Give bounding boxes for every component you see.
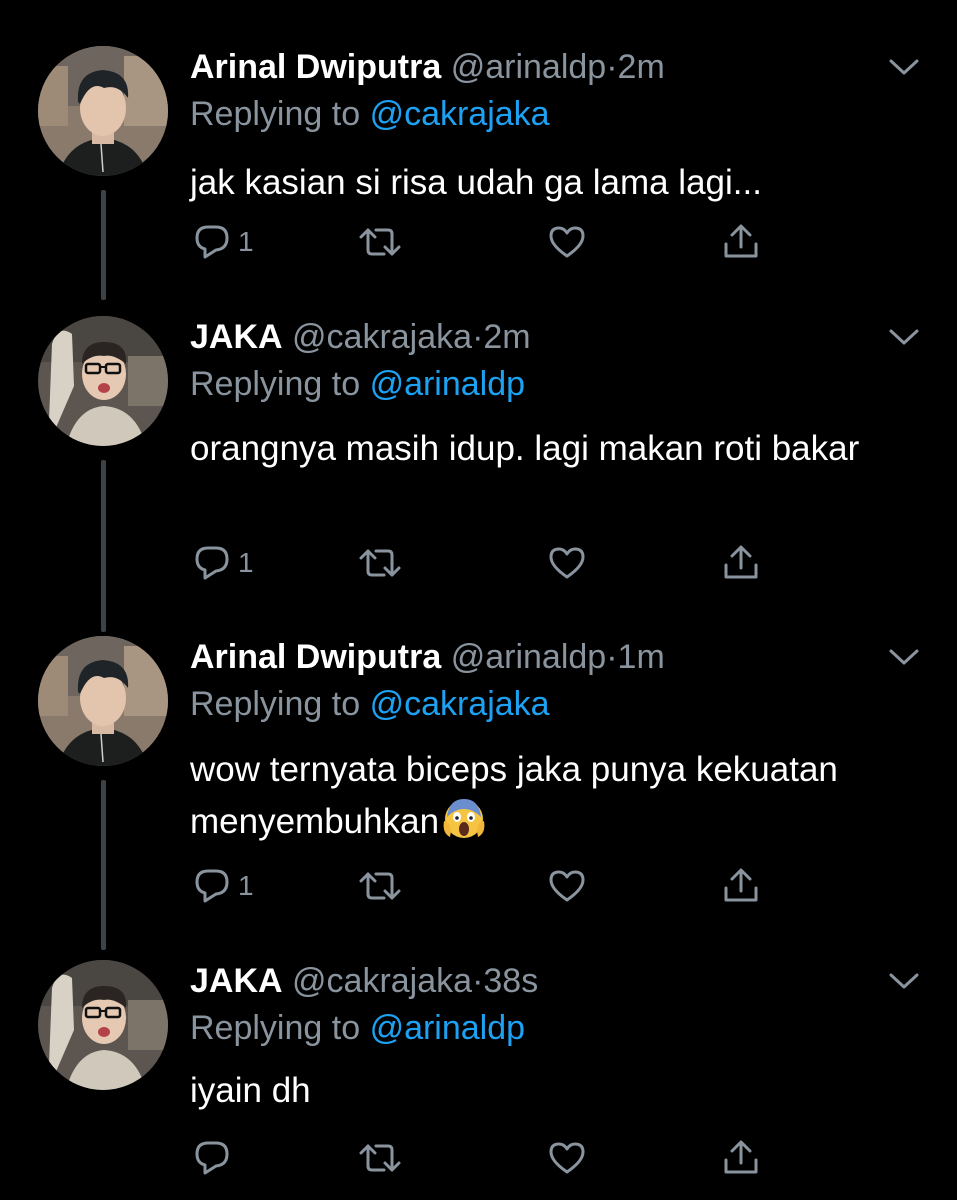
retweet-button[interactable] (358, 864, 402, 908)
tweet-text: jak kasian si risa udah ga lama lagi... (190, 158, 930, 208)
conversation-thread: Arinal Dwiputra @arinaldp·2m Replying to… (0, 0, 957, 1200)
profile-photo-arinal (38, 46, 168, 176)
retweet-button[interactable] (358, 541, 402, 585)
replying-to-handle[interactable]: @cakrajaka (370, 95, 550, 133)
reply-button[interactable]: 1 (192, 541, 254, 585)
share-button[interactable] (721, 1136, 761, 1180)
replying-to-label: Replying to (190, 95, 361, 133)
replying-to: Replying to @arinaldp (190, 363, 525, 405)
thread-line (101, 190, 106, 300)
avatar[interactable] (38, 316, 168, 446)
tweet-header: JAKA @cakrajaka·38s (190, 960, 538, 1002)
timestamp[interactable]: 2m (618, 48, 665, 86)
display-name[interactable]: Arinal Dwiputra (190, 48, 441, 86)
reply-button[interactable]: 1 (192, 220, 254, 264)
chevron-down-icon[interactable] (886, 52, 922, 82)
retweet-icon (358, 866, 402, 906)
chevron-down-icon[interactable] (886, 642, 922, 672)
tweet-actions: 1 (190, 864, 790, 908)
user-handle[interactable]: @cakrajaka (292, 962, 472, 1000)
reply-icon (192, 222, 232, 262)
reply-button[interactable]: 1 (192, 864, 254, 908)
tweet-text-content: wow ternyata biceps jaka punya kekuatan … (190, 750, 838, 841)
heart-icon (547, 543, 587, 583)
tweet-text-content: orangnya masih idup. lagi makan roti bak… (190, 429, 860, 468)
tweet-text: wow ternyata biceps jaka punya kekuatan … (190, 745, 930, 847)
chevron-down-icon[interactable] (886, 322, 922, 352)
timestamp[interactable]: 1m (618, 638, 665, 676)
thread-line (101, 780, 106, 950)
share-icon (721, 543, 761, 583)
tweet-actions: 1 (190, 220, 790, 264)
tweet-actions (190, 1136, 790, 1180)
retweet-icon (358, 543, 402, 583)
share-icon (721, 1138, 761, 1178)
retweet-button[interactable] (358, 1136, 402, 1180)
tweet-text-content: jak kasian si risa udah ga lama lagi... (190, 163, 762, 202)
heart-icon (547, 866, 587, 906)
like-button[interactable] (547, 220, 587, 264)
replying-to-handle[interactable]: @cakrajaka (370, 685, 550, 723)
display-name[interactable]: JAKA (190, 318, 283, 356)
replying-to-handle[interactable]: @arinaldp (370, 365, 526, 403)
profile-photo-jaka (38, 960, 168, 1090)
share-button[interactable] (721, 541, 761, 585)
tweet-text-content: iyain dh (190, 1071, 311, 1110)
reply-icon (192, 543, 232, 583)
heart-icon (547, 222, 587, 262)
user-handle[interactable]: @arinaldp (451, 48, 607, 86)
separator-dot: · (472, 318, 484, 356)
heart-icon (547, 1138, 587, 1178)
separator-dot: · (472, 962, 484, 1000)
avatar[interactable] (38, 46, 168, 176)
reply-icon (192, 866, 232, 906)
share-icon (721, 866, 761, 906)
like-button[interactable] (547, 541, 587, 585)
separator-dot: · (606, 48, 618, 86)
replying-to-handle[interactable]: @arinaldp (370, 1009, 526, 1047)
share-button[interactable] (721, 864, 761, 908)
profile-photo-jaka (38, 316, 168, 446)
reply-count: 1 (238, 226, 254, 257)
like-button[interactable] (547, 864, 587, 908)
timestamp[interactable]: 38s (483, 962, 538, 1000)
user-handle[interactable]: @arinaldp (451, 638, 607, 676)
tweet-header: Arinal Dwiputra @arinaldp·2m (190, 46, 665, 88)
thread-line (101, 460, 106, 632)
like-button[interactable] (547, 1136, 587, 1180)
separator-dot: · (606, 638, 618, 676)
timestamp[interactable]: 2m (483, 318, 530, 356)
share-icon (721, 222, 761, 262)
reply-count: 1 (238, 870, 254, 901)
display-name[interactable]: JAKA (190, 962, 283, 1000)
tweet-actions: 1 (190, 541, 790, 585)
replying-to: Replying to @arinaldp (190, 1007, 525, 1049)
retweet-icon (358, 222, 402, 262)
reply-button[interactable] (192, 1136, 238, 1180)
retweet-icon (358, 1138, 402, 1178)
replying-to-label: Replying to (190, 685, 361, 723)
replying-to: Replying to @cakrajaka (190, 683, 550, 725)
avatar[interactable] (38, 960, 168, 1090)
replying-to: Replying to @cakrajaka (190, 93, 550, 135)
display-name[interactable]: Arinal Dwiputra (190, 638, 441, 676)
tweet-text: orangnya masih idup. lagi makan roti bak… (190, 424, 870, 474)
chevron-down-icon[interactable] (886, 966, 922, 996)
tweet-header: Arinal Dwiputra @arinaldp·1m (190, 636, 665, 678)
retweet-button[interactable] (358, 220, 402, 264)
reply-count: 1 (238, 547, 254, 578)
tweet-text: iyain dh (190, 1066, 930, 1116)
replying-to-label: Replying to (190, 365, 361, 403)
user-handle[interactable]: @cakrajaka (292, 318, 472, 356)
avatar[interactable] (38, 636, 168, 766)
reply-icon (192, 1138, 232, 1178)
share-button[interactable] (721, 220, 761, 264)
tweet-header: JAKA @cakrajaka·2m (190, 316, 531, 358)
screaming-face-emoji (441, 795, 487, 841)
replying-to-label: Replying to (190, 1009, 361, 1047)
profile-photo-arinal (38, 636, 168, 766)
